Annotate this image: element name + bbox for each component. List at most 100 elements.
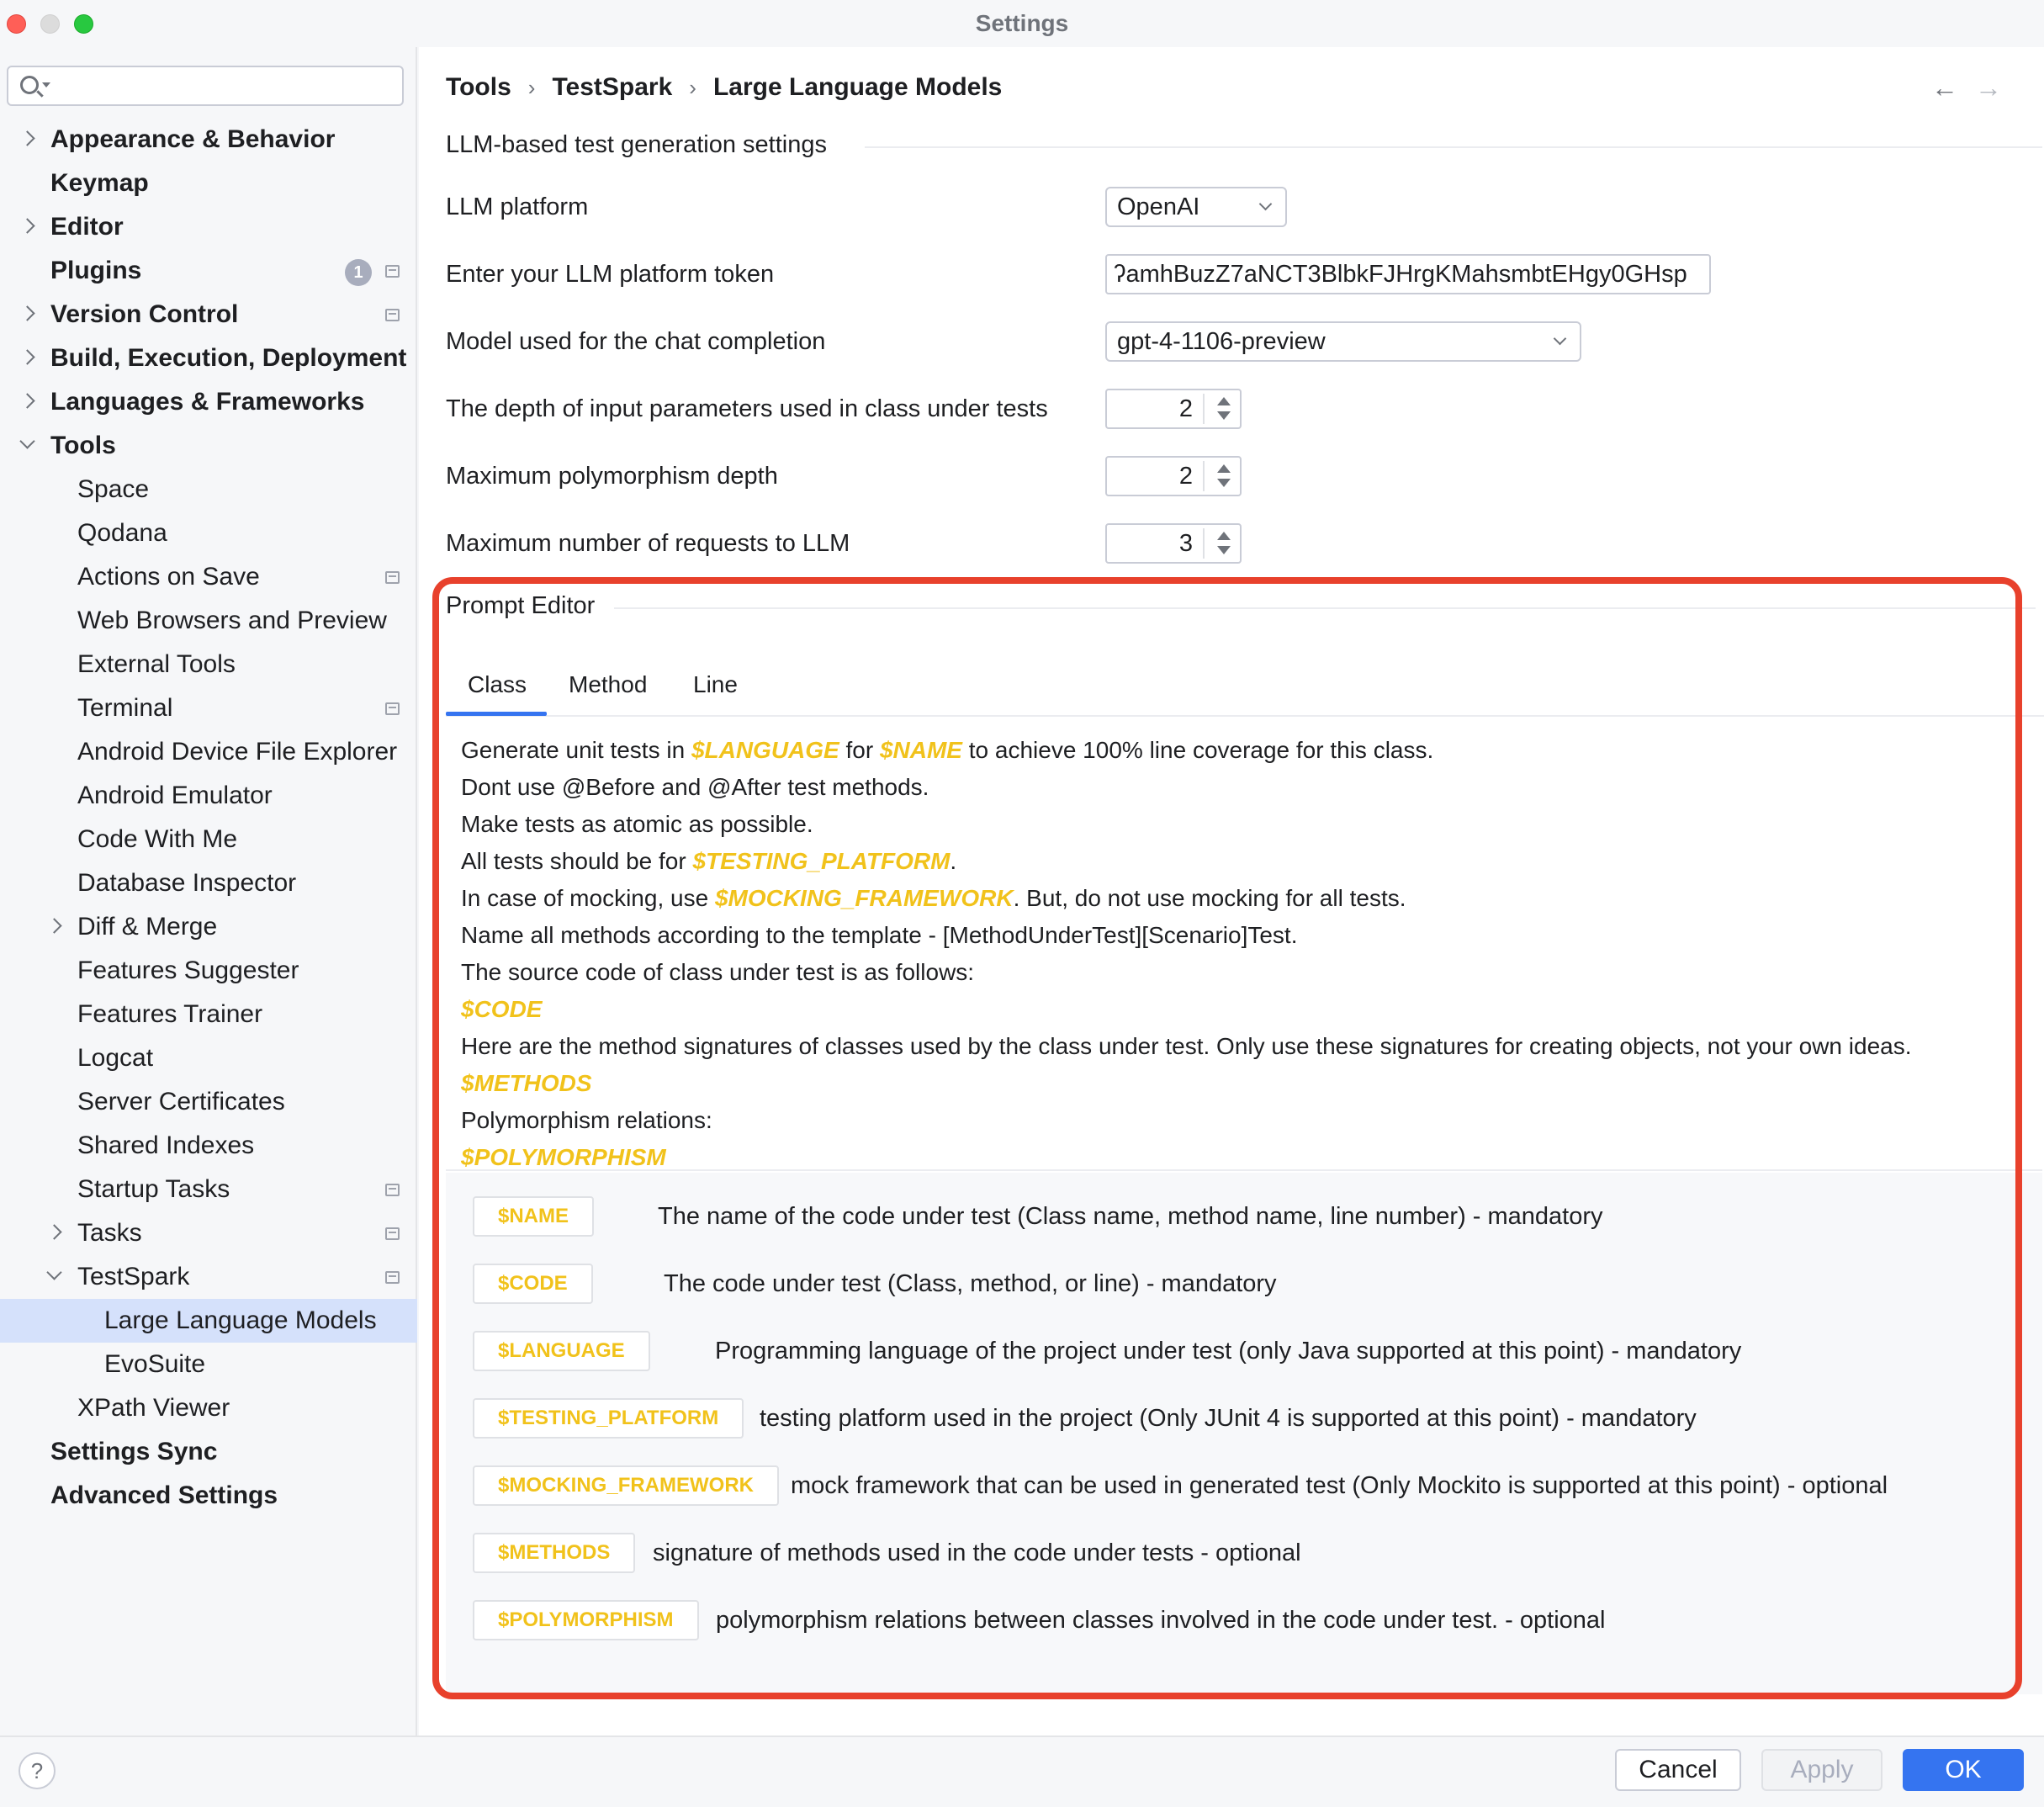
tab-class[interactable]: Class: [468, 661, 527, 708]
sidebar-item[interactable]: Database Inspector: [0, 861, 417, 905]
prompt-keyword: $NAME: [879, 737, 962, 763]
forward-arrow-icon[interactable]: →: [1975, 72, 2002, 103]
sidebar-item[interactable]: Shared Indexes: [0, 1124, 417, 1168]
back-arrow-icon[interactable]: ←: [1931, 72, 1958, 103]
chevron-right-icon[interactable]: [19, 349, 35, 365]
sidebar-item[interactable]: Tools: [0, 424, 417, 468]
sidebar-item[interactable]: Qodana: [0, 511, 417, 555]
sidebar-item[interactable]: Code With Me: [0, 818, 417, 861]
tab-method[interactable]: Method: [569, 661, 647, 708]
sidebar-item[interactable]: Settings Sync: [0, 1430, 417, 1474]
sidebar-item[interactable]: Editor: [0, 205, 417, 249]
decrement-icon[interactable]: [1217, 411, 1231, 420]
sidebar-item[interactable]: Plugins 1: [0, 249, 417, 293]
prompt-text: Dont use @Before and @After test methods…: [461, 774, 929, 800]
sidebar-item-label: Logcat: [77, 1044, 154, 1072]
breadcrumb: Tools › TestSpark › Large Language Models: [446, 71, 1002, 104]
chevron-down-icon[interactable]: [46, 1264, 62, 1280]
insert-keyword-button[interactable]: $NAME: [473, 1196, 595, 1237]
chevron-right-icon[interactable]: [46, 918, 62, 934]
sidebar-item-label: Large Language Models: [104, 1306, 377, 1334]
sidebar-item-label: Startup Tasks: [77, 1175, 230, 1203]
spinner-divider: [1203, 528, 1205, 559]
sidebar-item[interactable]: Space: [0, 468, 417, 511]
llm-platform-label: LLM platform: [446, 193, 589, 220]
keyword-description: Programming language of the project unde…: [715, 1338, 1742, 1365]
token-field[interactable]: ʔamhBuzZ7aNCT3BlbkFJHrgKMahsmbtEHgy0GHsp: [1105, 254, 1711, 294]
insert-keyword-button[interactable]: $CODE: [473, 1264, 593, 1304]
apply-button[interactable]: Apply: [1761, 1749, 1882, 1791]
sidebar-item[interactable]: Android Device File Explorer: [0, 730, 417, 774]
prompt-keyword: $MOCKING_FRAMEWORK: [714, 885, 1014, 911]
sidebar-item[interactable]: Actions on Save: [0, 555, 417, 599]
sidebar-item-label: TestSpark: [77, 1263, 190, 1290]
sidebar-item[interactable]: Version Control: [0, 293, 417, 336]
sidebar-item[interactable]: Features Suggester: [0, 949, 417, 993]
help-button[interactable]: ?: [19, 1752, 56, 1789]
insert-keyword-button[interactable]: $LANGUAGE: [473, 1331, 650, 1371]
insert-keyword-button[interactable]: $MOCKING_FRAMEWORK: [473, 1465, 779, 1506]
llm-platform-dropdown[interactable]: OpenAI: [1105, 187, 1287, 227]
prompt-text: In case of mocking, use: [461, 885, 715, 911]
sidebar-item[interactable]: Appearance & Behavior: [0, 118, 417, 162]
model-value: gpt-4-1106-preview: [1117, 328, 1326, 355]
max-requests-spinner[interactable]: 3: [1105, 523, 1242, 564]
keyword-description: The code under test (Class, method, or l…: [664, 1270, 1277, 1297]
sidebar-item[interactable]: External Tools: [0, 643, 417, 686]
polymorphism-depth-value: 2: [1178, 463, 1193, 490]
tab-line[interactable]: Line: [693, 661, 738, 708]
sidebar-item[interactable]: Logcat: [0, 1036, 417, 1080]
sidebar-item-label: Version Control: [50, 300, 239, 328]
sidebar-item[interactable]: Build, Execution, Deployment: [0, 336, 417, 380]
polymorphism-depth-spinner[interactable]: 2: [1105, 456, 1242, 496]
sidebar-item[interactable]: Terminal: [0, 686, 417, 730]
depth-spinner[interactable]: 2: [1105, 389, 1242, 429]
increment-icon[interactable]: [1217, 397, 1231, 405]
sidebar-item-label: External Tools: [77, 650, 236, 678]
breadcrumb-tools[interactable]: Tools: [446, 71, 511, 104]
sidebar-item[interactable]: Features Trainer: [0, 993, 417, 1036]
chevron-right-icon[interactable]: [19, 305, 35, 321]
sidebar-item[interactable]: TestSpark: [0, 1255, 417, 1299]
cancel-button[interactable]: Cancel: [1615, 1749, 1741, 1791]
increment-icon[interactable]: [1217, 464, 1231, 473]
prompt-text-editor[interactable]: Generate unit tests in $LANGUAGE for $NA…: [446, 725, 2042, 1171]
prompt-line: $POLYMORPHISM: [461, 1139, 2027, 1176]
project-level-icon: [385, 265, 400, 278]
decrement-icon[interactable]: [1217, 479, 1231, 487]
search-input[interactable]: [7, 66, 404, 106]
sidebar-item[interactable]: Server Certificates: [0, 1080, 417, 1124]
chevron-down-icon[interactable]: [19, 433, 35, 449]
sidebar-item[interactable]: Tasks: [0, 1211, 417, 1255]
sidebar-item-label: Code With Me: [77, 825, 238, 853]
chevron-right-icon[interactable]: [19, 393, 35, 409]
insert-keyword-button[interactable]: $TESTING_PLATFORM: [473, 1398, 744, 1439]
sidebar-item[interactable]: Web Browsers and Preview: [0, 599, 417, 643]
decrement-icon[interactable]: [1217, 546, 1231, 554]
breadcrumb-testspark[interactable]: TestSpark: [552, 71, 672, 104]
sidebar-item[interactable]: Keymap: [0, 162, 417, 205]
keyword-legend: $NAME The name of the code under test (Cl…: [446, 1173, 2042, 1694]
ok-button[interactable]: OK: [1903, 1749, 2024, 1791]
chevron-right-icon[interactable]: [46, 1224, 62, 1240]
sidebar-item[interactable]: Languages & Frameworks: [0, 380, 417, 424]
sidebar-item[interactable]: Large Language Models: [0, 1299, 417, 1343]
sidebar-item[interactable]: Android Emulator: [0, 774, 417, 818]
prompt-text: Polymorphism relations:: [461, 1107, 712, 1133]
sidebar-item[interactable]: Startup Tasks: [0, 1168, 417, 1211]
model-dropdown[interactable]: gpt-4-1106-preview: [1105, 321, 1581, 362]
chevron-right-icon[interactable]: [19, 218, 35, 234]
prompt-text: for: [839, 737, 880, 763]
sidebar-item-label: Terminal: [77, 694, 173, 722]
sidebar-item-label: Space: [77, 475, 150, 503]
sidebar-item[interactable]: XPath Viewer: [0, 1386, 417, 1430]
insert-keyword-button[interactable]: $METHODS: [473, 1533, 636, 1573]
token-label: Enter your LLM platform token: [446, 261, 775, 288]
chevron-right-icon[interactable]: [19, 130, 35, 146]
sidebar-item[interactable]: EvoSuite: [0, 1343, 417, 1386]
insert-keyword-button[interactable]: $POLYMORPHISM: [473, 1600, 699, 1640]
search-history-dropdown-icon[interactable]: [42, 82, 50, 87]
sidebar-item[interactable]: Diff & Merge: [0, 905, 417, 949]
increment-icon[interactable]: [1217, 532, 1231, 540]
sidebar-item[interactable]: Advanced Settings: [0, 1474, 417, 1518]
